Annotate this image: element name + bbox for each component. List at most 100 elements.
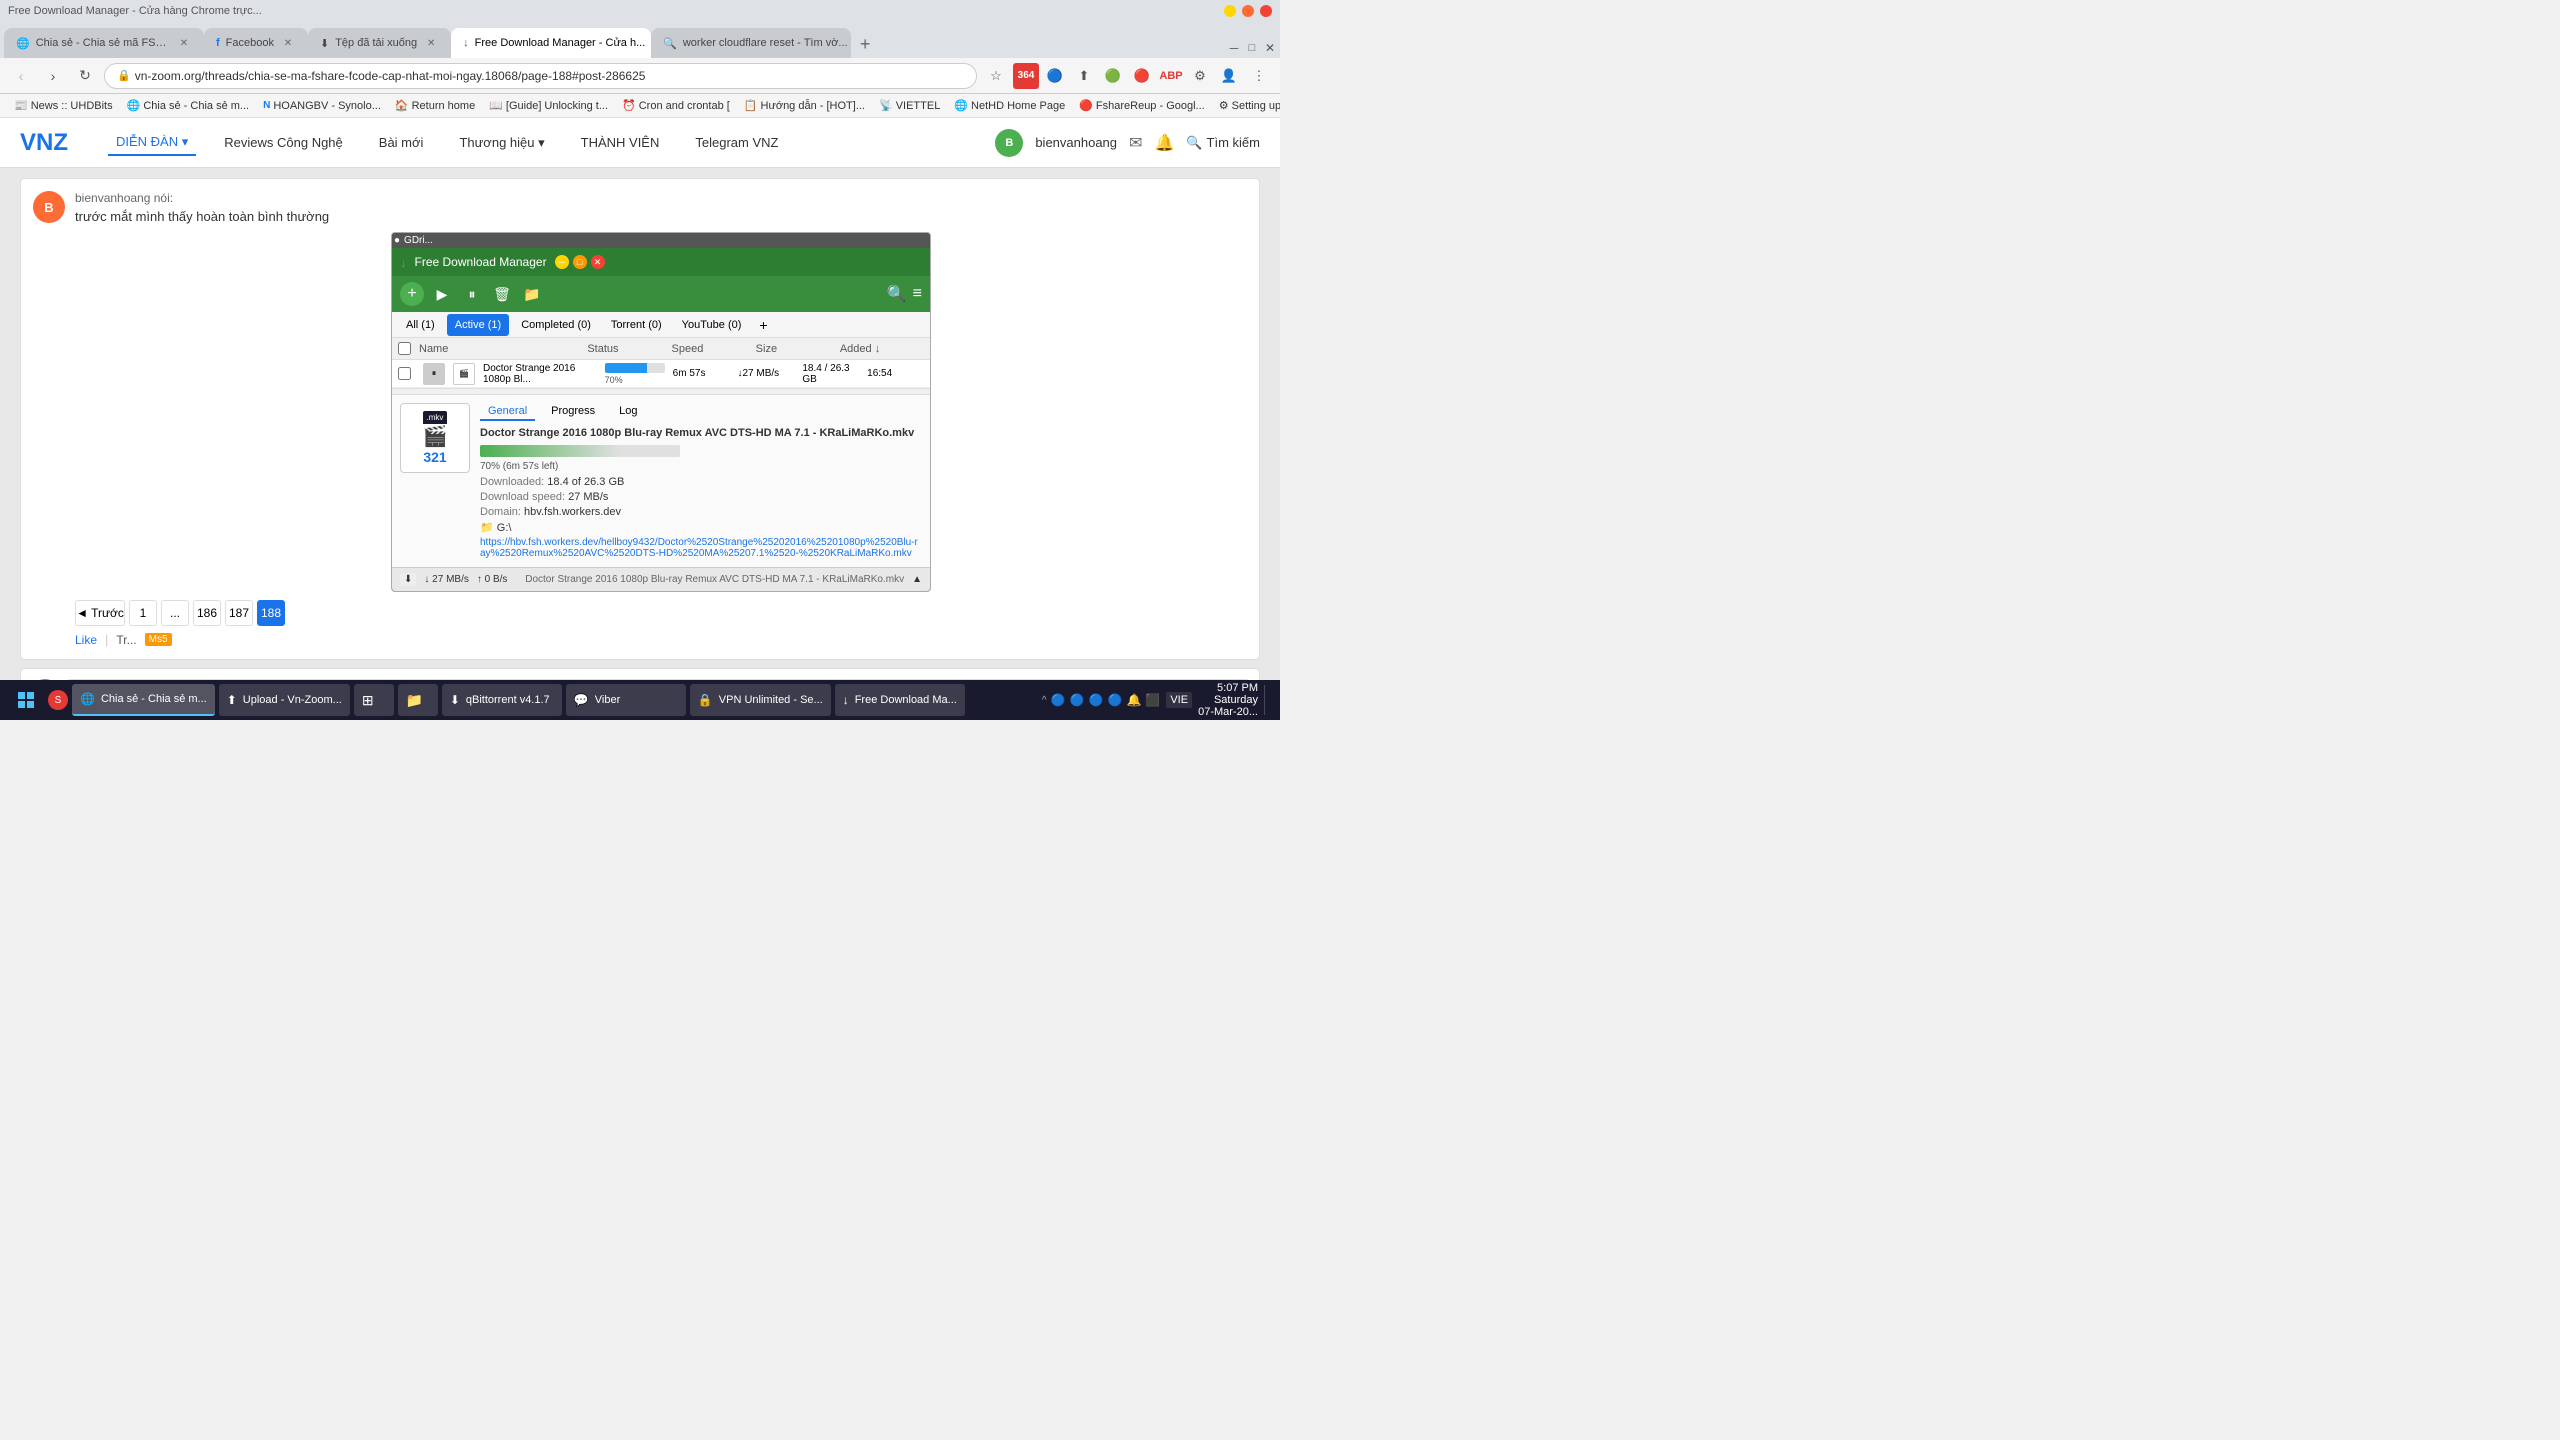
close-window-btn[interactable]: ✕ <box>1264 42 1276 54</box>
bookmark-nethd[interactable]: 🌐 NetHD Home Page <box>948 96 1071 116</box>
ext-icon-1[interactable]: 🔵 <box>1042 63 1068 89</box>
minimize-btn[interactable] <box>1224 5 1236 17</box>
back-button[interactable]: ‹ <box>8 63 34 89</box>
taskbar-item-1[interactable]: 🌐 Chia sẻ - Chia sẻ m... <box>72 684 215 716</box>
bookmark-cron[interactable]: ⏰ Cron and crontab [ <box>616 96 736 116</box>
nav-thuong-hieu[interactable]: Thương hiệu ▾ <box>451 131 552 155</box>
tab1-close[interactable]: ✕ <box>176 35 192 51</box>
show-desktop-btn[interactable] <box>1264 685 1272 715</box>
ext-icon-6[interactable]: 👤 <box>1216 63 1242 89</box>
taskbar-security-icon[interactable]: S <box>48 690 68 710</box>
tray-expand[interactable]: ^ <box>1042 695 1047 706</box>
browser-tab-3[interactable]: ⬇ Tệp đã tải xuống ✕ <box>308 28 451 58</box>
nav-bai-moi[interactable]: Bài mới <box>371 131 432 154</box>
close-btn[interactable] <box>1260 5 1272 17</box>
tab3-close[interactable]: ✕ <box>423 35 439 51</box>
fdm-pause-indicator[interactable]: ⏸ <box>423 363 445 385</box>
bookmark-guide[interactable]: 📖 [Guide] Unlocking t... <box>483 96 614 116</box>
tray-icon-2[interactable]: 🔵 <box>1070 693 1085 707</box>
fdm-detail-tab-progress[interactable]: Progress <box>543 403 603 421</box>
bookmark-huongdan[interactable]: 📋 Hướng dẫn - [HOT]... <box>738 96 871 116</box>
fdm-close[interactable]: ✕ <box>591 255 605 269</box>
nav-dien-dan[interactable]: DIỄN ĐÀN ▾ <box>108 130 196 156</box>
browser-tab-1[interactable]: 🌐 Chia sẻ - Chia sẻ mã FShare (FC... ✕ <box>4 28 204 58</box>
username[interactable]: bienvanhoang <box>1035 135 1117 150</box>
fdm-link[interactable]: https://hbv.fsh.workers.dev/hellboy9432/… <box>480 537 922 559</box>
fdm-tab-youtube[interactable]: YouTube (0) <box>674 314 750 336</box>
page-188-btn[interactable]: 188 <box>257 600 285 626</box>
bookmark-hoang[interactable]: N HOANGBV - Synolo... <box>257 96 387 116</box>
bookmark-fshare[interactable]: 🔴 FshareReup - Googl... <box>1073 96 1211 116</box>
tray-icon-5[interactable]: 🔔 <box>1126 693 1141 707</box>
fdm-tab-active[interactable]: Active (1) <box>447 314 509 336</box>
fdm-search-btn[interactable]: 🔍 <box>887 284 907 304</box>
taskbar-clock[interactable]: 5:07 PM Saturday 07-Mar-20... <box>1198 682 1258 718</box>
taskbar-item-4[interactable]: 📁 <box>398 684 438 716</box>
fdm-delete-btn[interactable]: 🗑 <box>490 282 514 306</box>
bookmark-chiase[interactable]: 🌐 Chia sẻ - Chia sẻ m... <box>121 96 255 116</box>
taskbar-item-2[interactable]: ⬆ Upload - Vn-Zoom... <box>219 684 350 716</box>
taskbar-item-3[interactable]: ⊞ <box>354 684 394 716</box>
restore-window-btn[interactable]: □ <box>1246 42 1258 54</box>
browser-tab-2[interactable]: f Facebook ✕ <box>204 28 308 58</box>
tray-icon-6[interactable]: ⬛ <box>1145 693 1160 707</box>
fdm-detail-tab-log[interactable]: Log <box>611 403 645 421</box>
ext-adblock-icon[interactable]: ABP <box>1158 63 1184 89</box>
fdm-pause-btn[interactable]: ⏸ <box>460 282 484 306</box>
taskbar-item-6[interactable]: 💬 Viber <box>566 684 686 716</box>
tray-icon-3[interactable]: 🔵 <box>1089 693 1104 707</box>
fdm-select-all[interactable] <box>398 342 411 355</box>
ext-icon-5[interactable]: ⚙ <box>1187 63 1213 89</box>
ext-364-icon[interactable]: 364 <box>1013 63 1039 89</box>
nav-thanh-vien[interactable]: THÀNH VIÊN <box>573 131 668 154</box>
ext-icon-2[interactable]: ⬆ <box>1071 63 1097 89</box>
browser-tab-5[interactable]: 🔍 worker cloudflare reset - Tìm vờ... ✕ <box>651 28 851 58</box>
fdm-detail-tab-general[interactable]: General <box>480 403 535 421</box>
bookmark-viettel[interactable]: 📡 VIETTEL <box>873 96 946 116</box>
fdm-tab-all[interactable]: All (1) <box>398 314 443 336</box>
forward-button[interactable]: › <box>40 63 66 89</box>
bell-icon[interactable]: 🔔 <box>1154 133 1174 153</box>
tray-icon-1[interactable]: 🔵 <box>1051 693 1066 707</box>
bookmark-return[interactable]: 🏠 Return home <box>389 96 481 116</box>
page-187-btn[interactable]: 187 <box>225 600 253 626</box>
browser-tab-4[interactable]: ↓ Free Download Manager - Cửa h... ✕ <box>451 28 651 58</box>
ext-icon-3[interactable]: 🟢 <box>1100 63 1126 89</box>
nav-reviews[interactable]: Reviews Công Nghệ <box>216 131 351 154</box>
language-indicator[interactable]: VIE <box>1166 692 1192 708</box>
ext-icon-4[interactable]: 🔴 <box>1129 63 1155 89</box>
like-btn[interactable]: Like <box>75 633 97 647</box>
tab2-close[interactable]: ✕ <box>280 35 296 51</box>
taskbar-item-7[interactable]: 🔒 VPN Unlimited - Se... <box>690 684 831 716</box>
address-bar[interactable]: 🔒 vn-zoom.org/threads/chia-se-ma-fshare-… <box>104 63 977 89</box>
search-area[interactable]: 🔍 Tìm kiếm <box>1186 135 1260 151</box>
minimize-window-btn[interactable]: ─ <box>1228 42 1240 54</box>
reload-button[interactable]: ↻ <box>72 63 98 89</box>
taskbar-item-5[interactable]: ⬇ qBittorrent v4.1.7 <box>442 684 562 716</box>
menu-button[interactable]: ⋮ <box>1246 63 1272 89</box>
bookmark-setting[interactable]: ⚙ Setting up Automat... <box>1213 96 1280 116</box>
fdm-add-btn[interactable]: + <box>400 282 424 306</box>
fdm-tab-completed[interactable]: Completed (0) <box>513 314 599 336</box>
bookmark-news[interactable]: 📰 News :: UHDBits <box>8 96 119 116</box>
page-186-btn[interactable]: 186 <box>193 600 221 626</box>
fdm-tab-torrent[interactable]: Torrent (0) <box>603 314 670 336</box>
new-tab-button[interactable]: + <box>851 30 879 58</box>
taskbar-item-8[interactable]: ↓ Free Download Ma... <box>835 684 965 716</box>
fdm-status-expand[interactable]: ▲ <box>912 574 922 585</box>
translate-btn[interactable]: Tr... <box>116 633 136 647</box>
page-1-btn[interactable]: 1 <box>129 600 157 626</box>
fdm-folder-btn[interactable]: 📁 <box>520 282 544 306</box>
fdm-menu-btn[interactable]: ≡ <box>913 285 922 303</box>
fdm-file-checkbox[interactable] <box>398 367 411 380</box>
mail-icon[interactable]: ✉ <box>1129 133 1142 153</box>
nav-telegram[interactable]: Telegram VNZ <box>687 131 786 154</box>
fdm-add-tab-btn[interactable]: + <box>753 317 773 333</box>
fdm-play-btn[interactable]: ▶ <box>430 282 454 306</box>
maximize-btn[interactable] <box>1242 5 1254 17</box>
prev-page-btn[interactable]: ◄ Trước <box>75 600 125 626</box>
fdm-restore[interactable]: □ <box>573 255 587 269</box>
tray-icon-4[interactable]: 🔵 <box>1107 693 1122 707</box>
fdm-minimize[interactable]: ─ <box>555 255 569 269</box>
star-icon[interactable]: ☆ <box>983 63 1009 89</box>
